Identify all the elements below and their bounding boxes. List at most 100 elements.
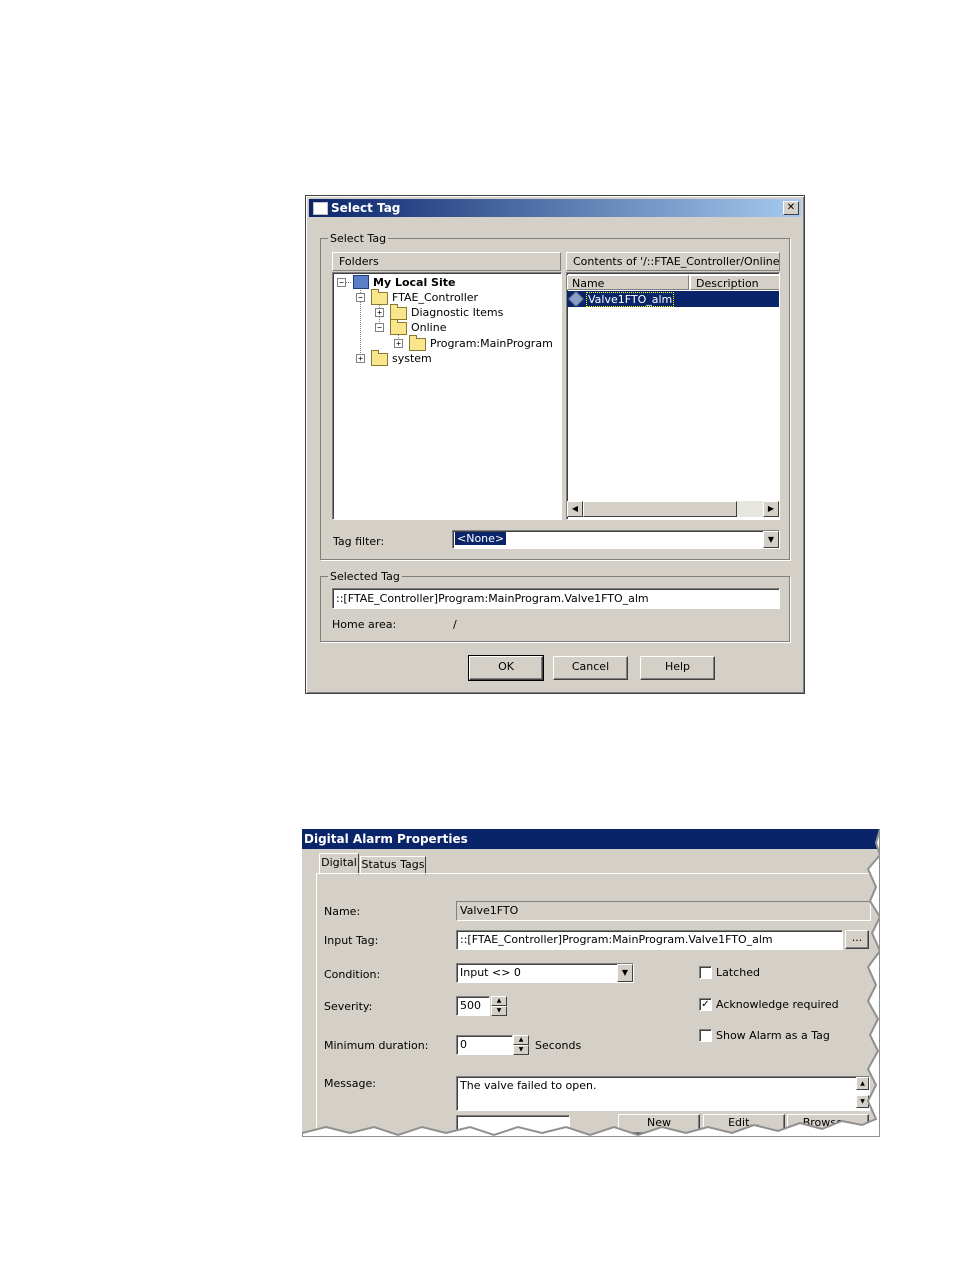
edit-button[interactable]: Edit... [703, 1114, 785, 1134]
tree-node-program-mainprogram[interactable]: Program:MainProgram [430, 337, 553, 350]
contents-header: Contents of '/::FTAE_Controller/Online/P… [566, 252, 780, 271]
window-icon [313, 202, 328, 215]
collapse-icon[interactable]: − [375, 323, 384, 332]
selected-tag-group-label: Selected Tag [328, 570, 402, 583]
severity-label: Severity: [324, 1000, 373, 1013]
severity-field[interactable]: 500 [456, 996, 490, 1016]
latched-checkbox[interactable] [699, 966, 712, 979]
tree-node-system[interactable]: system [392, 352, 432, 365]
scroll-left-button[interactable]: ◀ [567, 501, 583, 517]
selected-tag-group [320, 576, 790, 642]
cancel-label: Cancel [571, 660, 610, 673]
column-description-label: Description [696, 277, 759, 290]
show-alarm-label: Show Alarm as a Tag [716, 1029, 830, 1042]
home-area-value: / [453, 618, 457, 631]
spin-up-icon[interactable]: ▲ [513, 1035, 529, 1045]
new-label: New [647, 1116, 671, 1129]
select-tag-group-label: Select Tag [328, 232, 389, 245]
condition-label: Condition: [324, 968, 381, 981]
condition-select[interactable]: Input <> 0 ▼ [456, 963, 634, 983]
expand-icon[interactable]: + [394, 339, 403, 348]
name-value: Valve1FTO [460, 904, 519, 917]
close-button[interactable]: ✕ [783, 201, 799, 215]
tab-digital-label: Digital [321, 856, 357, 869]
collapse-icon[interactable]: − [337, 278, 346, 287]
site-icon [353, 275, 369, 289]
column-header-description[interactable]: Description [690, 275, 779, 290]
close-icon: ✕ [786, 202, 796, 213]
help-label: Help [664, 660, 691, 673]
select-tag-titlebar[interactable]: Select Tag ✕ [309, 199, 801, 217]
message-label: Message: [324, 1077, 376, 1090]
tag-icon [567, 290, 585, 308]
collapse-icon[interactable]: − [356, 293, 365, 302]
name-field: Valve1FTO [456, 901, 871, 921]
tag-filter-value: <None> [455, 532, 507, 545]
folder-icon [371, 289, 388, 305]
digital-alarm-dialog: Digital Alarm Properties Digital Status … [302, 829, 880, 1137]
folder-icon [371, 350, 388, 366]
selected-tag-field[interactable]: ::[FTAE_Controller]Program:MainProgram.V… [332, 588, 780, 609]
tab-digital[interactable]: Digital [319, 853, 359, 875]
open-folder-icon [409, 335, 426, 351]
min-duration-value: 0 [460, 1038, 467, 1051]
show-alarm-checkbox[interactable] [699, 1029, 712, 1042]
ok-label: OK [498, 660, 514, 673]
input-tag-value: ::[FTAE_Controller]Program:MainProgram.V… [460, 933, 773, 946]
tag-filter-label: Tag filter: [333, 535, 385, 548]
acknowledge-checkbox[interactable]: ✓ [699, 998, 712, 1011]
browse-button[interactable]: Browse... [787, 1114, 869, 1134]
contents-list[interactable]: Name Description Valve1FTO_alm ◀ ▶ [566, 272, 780, 520]
input-tag-field[interactable]: ::[FTAE_Controller]Program:MainProgram.V… [456, 930, 843, 950]
tree-node-ftae-controller[interactable]: FTAE_Controller [392, 291, 478, 304]
chevron-down-icon[interactable]: ▼ [617, 964, 633, 982]
expand-icon[interactable]: + [375, 308, 384, 317]
input-tag-browse-button[interactable]: ... [845, 930, 869, 949]
tag-filter-select[interactable]: <None> ▼ [452, 530, 780, 549]
contents-header-label: Contents of '/::FTAE_Controller/Online/P… [573, 255, 780, 268]
horizontal-scrollbar[interactable]: ◀ ▶ [567, 501, 779, 517]
folders-tree[interactable]: − My Local Site − FTAE_Controller + Diag… [332, 272, 562, 520]
browse-dots: ... [851, 931, 863, 944]
folders-header: Folders [332, 252, 561, 271]
browse-label: Browse... [802, 1116, 854, 1129]
scroll-up-icon[interactable]: ▲ [856, 1077, 869, 1090]
list-row-selected[interactable]: Valve1FTO_alm [567, 290, 779, 308]
spin-down-icon[interactable]: ▼ [513, 1045, 529, 1055]
message-value: The valve failed to open. [460, 1079, 597, 1092]
folder-icon [390, 319, 407, 335]
tree-node-my-local-site[interactable]: My Local Site [373, 276, 455, 289]
select-tag-dialog: Select Tag ✕ Select Tag Folders − My Loc… [305, 195, 805, 694]
column-header-name[interactable]: Name [567, 275, 689, 290]
severity-spinner[interactable]: ▲ ▼ [491, 996, 507, 1016]
severity-value: 500 [460, 999, 481, 1012]
cancel-button[interactable]: Cancel [553, 656, 628, 680]
bottom-field[interactable] [456, 1115, 570, 1135]
scroll-down-icon[interactable]: ▼ [856, 1095, 869, 1108]
min-duration-field[interactable]: 0 [456, 1035, 513, 1055]
list-row-name: Valve1FTO_alm [586, 292, 675, 307]
ok-button[interactable]: OK [468, 655, 544, 681]
scroll-thumb[interactable] [583, 501, 737, 517]
spin-up-icon[interactable]: ▲ [491, 996, 507, 1006]
checkmark-icon: ✓ [701, 999, 710, 1010]
new-button[interactable]: New [618, 1114, 700, 1134]
acknowledge-label: Acknowledge required [716, 998, 839, 1011]
spin-down-icon[interactable]: ▼ [491, 1006, 507, 1016]
message-textarea[interactable]: The valve failed to open. ▲ ▼ [456, 1076, 870, 1111]
help-button[interactable]: Help [640, 656, 715, 680]
name-label: Name: [324, 905, 361, 918]
scroll-right-button[interactable]: ▶ [763, 501, 779, 517]
tree-node-diagnostic-items[interactable]: Diagnostic Items [411, 306, 503, 319]
tree-node-online[interactable]: Online [411, 321, 446, 334]
column-name-label: Name [572, 277, 605, 290]
select-tag-title: Select Tag [331, 201, 401, 215]
min-duration-spinner[interactable]: ▲ ▼ [513, 1035, 529, 1055]
tab-status-label: Status Tags [361, 858, 425, 871]
input-tag-label: Input Tag: [324, 934, 379, 947]
alarm-title: Digital Alarm Properties [304, 832, 468, 846]
home-area-label: Home area: [332, 618, 397, 631]
expand-icon[interactable]: + [356, 354, 365, 363]
chevron-down-icon[interactable]: ▼ [763, 531, 779, 548]
edit-label: Edit... [728, 1116, 760, 1129]
